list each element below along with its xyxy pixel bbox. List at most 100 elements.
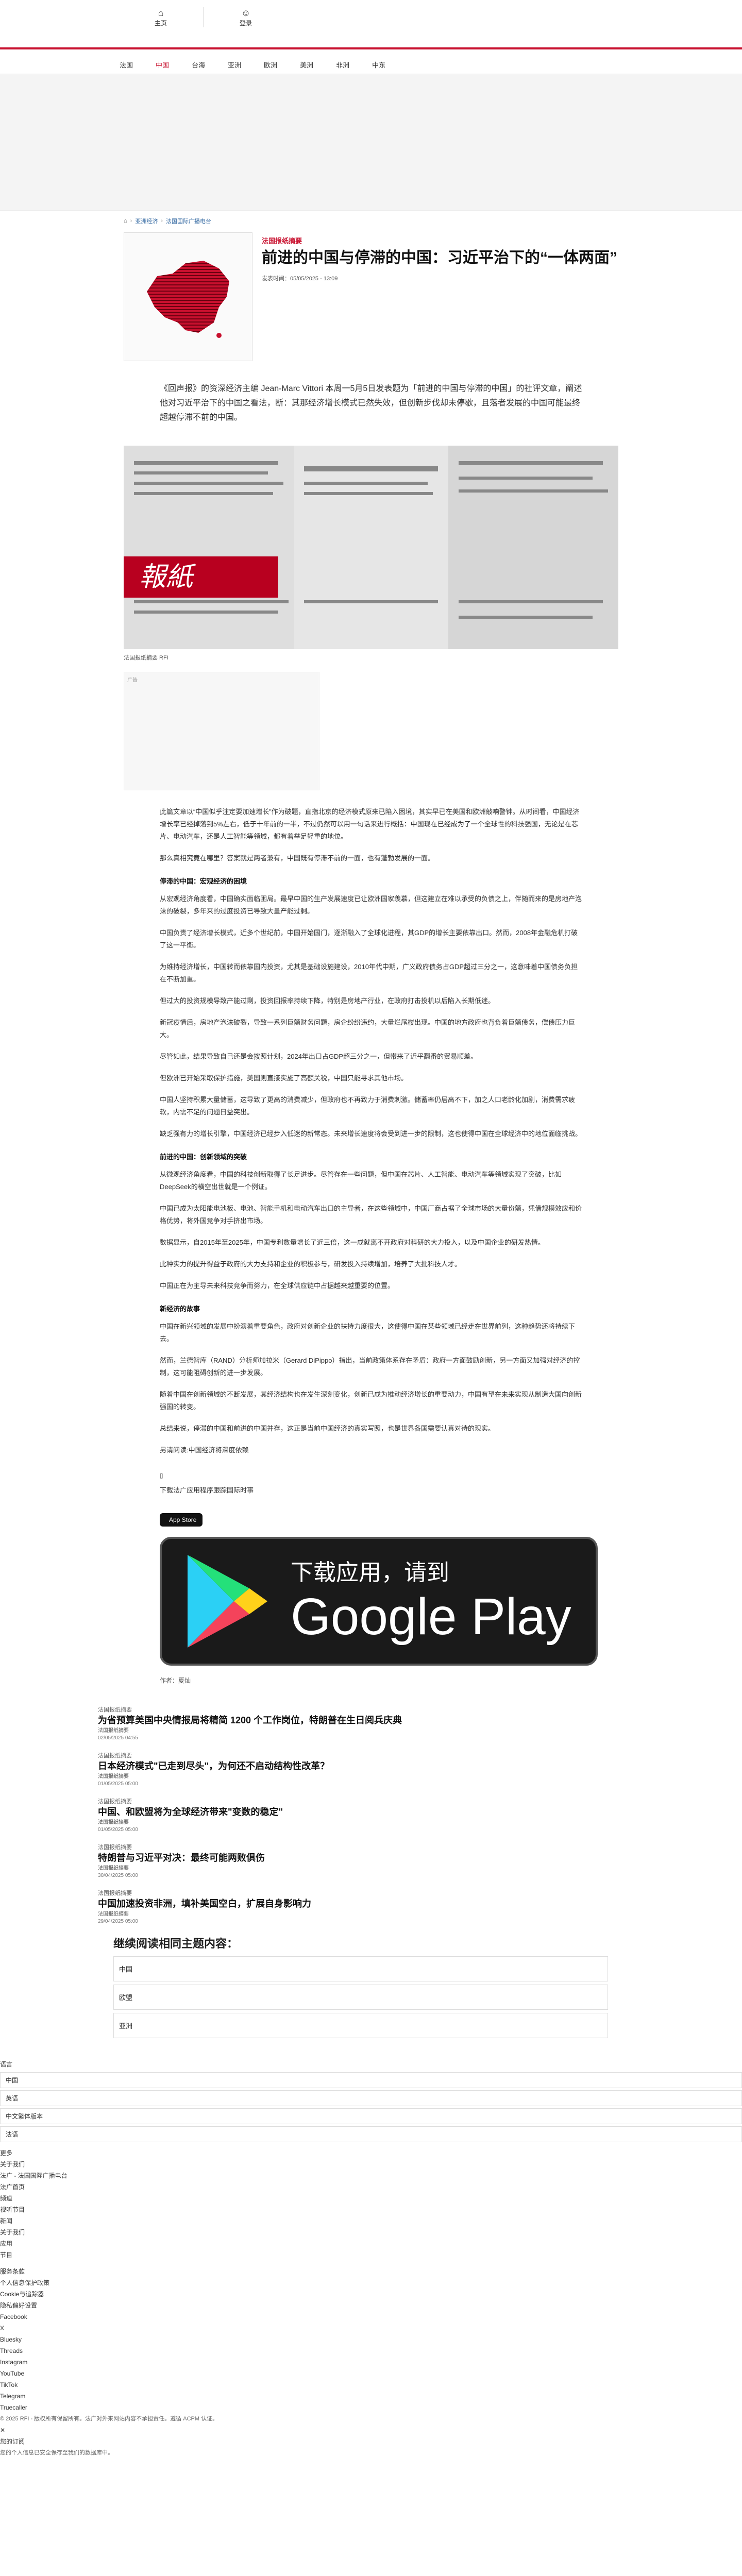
article-paragraph: 但过大的投资规模导致产能过剩，投资回报率持续下降，特别是房地产行业，在政府打击投… [160,997,495,1005]
footer-link[interactable]: 应用 [0,2238,742,2249]
ad-banner [0,74,742,211]
legal-link[interactable]: 服务条款 [0,2266,742,2277]
user-icon: ☺ [241,8,251,18]
article-header: 法国报纸摘要 前进的中国与停滞的中国：习近平治下的“一体两面” 发表时间：05/… [124,229,618,382]
related-tag: 法国报纸摘要 [98,1844,132,1851]
legal-link[interactable]: 个人信息保护政策 [0,2277,742,2289]
related-summary: 法国报纸摘要 [98,1728,129,1734]
social-threads[interactable]: Threads [0,2345,742,2357]
read-more-topic[interactable]: 中国 [113,1956,608,1981]
social-facebook[interactable]: Facebook [0,2311,742,2323]
inline-ad: 广告 [124,672,319,790]
footer-link[interactable]: 视听节目 [0,2204,742,2215]
footer-link[interactable]: 频道 [0,2193,742,2204]
related-item[interactable]: 法国报纸摘要 为省预算美国中央情报局将精简 1200 个工作岗位，特朗普在生日阅… [98,1705,665,1741]
related-tag: 法国报纸摘要 [98,1707,132,1713]
top-header: ⌂ 主页 ☺ 登录 [0,0,742,57]
article-container: 法国报纸摘要 前进的中国与停滞的中国：习近平治下的“一体两面” 发表时间：05/… [124,229,618,1685]
main-nav: 法国 中国 台海 亚洲 欧洲 美洲 非洲 中东 [0,57,742,74]
also-read-link[interactable]: 另请阅读:中国经济将深度依赖 [160,1444,582,1456]
china-map-image [147,261,229,338]
nav-item-france[interactable]: 法国 [108,57,144,74]
social-bluesky[interactable]: Bluesky [0,2334,742,2345]
nav-item-middle-east[interactable]: 中东 [361,57,397,74]
article-paragraph: 尽管如此，结果导致自己还是会按照计划，2024年出口占GDP超三分之一，但带来了… [160,1053,478,1060]
section-heading: 新经济的故事 [160,1305,200,1313]
footer-link[interactable]: 法广首页 [0,2181,742,2193]
nav-item-americas[interactable]: 美洲 [289,57,325,74]
article-paragraph: 从宏观经济角度看，中国确实面临困局。最早中国的生产发展速度已让欧洲国家羡慕，但这… [160,895,582,915]
social-youtube[interactable]: YouTube [0,2368,742,2379]
legal-link[interactable]: Cookie与追踪器 [0,2289,742,2300]
language-option[interactable]: 英语 [0,2090,742,2106]
social-tiktok[interactable]: TikTok [0,2379,742,2391]
footer-link[interactable]: 法广 - 法国国际广播电台 [0,2170,742,2181]
related-title[interactable]: 中国加速投资非洲，填补美国空白，扩展自身影响力 [98,1897,665,1910]
article-lead: 《回声报》的资深经济主编 Jean-Marc Vittori 本周一5月5日发表… [160,384,582,422]
close-icon[interactable]: ✕ [0,2425,742,2436]
language-option[interactable]: 中国 [0,2072,742,2088]
related-summary: 法国报纸摘要 [98,1866,129,1871]
breadcrumb-separator: › [130,218,132,224]
article-paragraph: 此种实力的提升得益于政府的大力支持和企业的积极参与，研发投入持续增加，培养了大批… [160,1260,462,1268]
related-item[interactable]: 法国报纸摘要 日本经济模式"已走到尽头"，为何还不启动结构性改革？ 法国报纸摘要… [98,1751,665,1787]
breadcrumb-current[interactable]: 法国国际广播电台 [166,217,211,225]
related-item[interactable]: 法国报纸摘要 特朗普与习近平对决：最终可能两败俱伤 法国报纸摘要 30/04/2… [98,1843,665,1878]
read-more-topic[interactable]: 欧盟 [113,1985,608,2010]
footer-link[interactable]: 关于我们 [0,2227,742,2238]
article-paragraph: 为维持经济增长，中国转而依靠国内投资，尤其是基础设施建设，2010年代中期，广义… [160,963,578,983]
nav-item-china[interactable]: 中国 [144,57,180,74]
home-icon[interactable]: ⌂ [124,218,127,224]
nav-item-africa[interactable]: 非洲 [325,57,361,74]
related-tag: 法国报纸摘要 [98,1753,132,1759]
related-tag: 法国报纸摘要 [98,1799,132,1805]
nav-item-asia[interactable]: 亚洲 [216,57,252,74]
social-instagram[interactable]: Instagram [0,2357,742,2368]
article-paragraph: 新冠疫情后，房地产泡沫破裂，导致一系列巨额财务问题，房企纷纷违约，大量烂尾楼出现… [160,1019,576,1039]
brand-divider [0,47,742,49]
related-date: 02/05/2025 04:55 [98,1735,138,1741]
section-heading: 前进的中国：创新领域的突破 [160,1153,247,1161]
legal-link[interactable]: 隐私偏好设置 [0,2300,742,2311]
related-summary: 法国报纸摘要 [98,1774,129,1780]
footer-link[interactable]: 新闻 [0,2215,742,2227]
svg-text:報紙: 報紙 [139,562,196,592]
subscribe-label: 您的订阅 [0,2438,25,2445]
related-item[interactable]: 法国报纸摘要 中国加速投资非洲，填补美国空白，扩展自身影响力 法国报纸摘要 29… [98,1889,665,1924]
related-title[interactable]: 特朗普与习近平对决：最终可能两败俱伤 [98,1851,665,1865]
article-paragraph: 总结来说，停滞的中国和前进的中国并存，这正是当前中国经济的真实写照，也是世界各国… [160,1425,495,1432]
language-option[interactable]: 法语 [0,2126,742,2142]
breadcrumb: ⌂ › 亚洲经济 › 法国国际广播电台 [124,211,618,229]
social-telegram[interactable]: Telegram [0,2391,742,2402]
language-option[interactable]: 中文繁体版本 [0,2108,742,2124]
google-play-line2: Google Play [291,1588,571,1646]
footer-link[interactable]: 节目 [0,2249,742,2261]
nav-item-taiwan[interactable]: 台海 [180,57,216,74]
home-icon: ⌂ [158,8,164,18]
related-title[interactable]: 为省预算美国中央情报局将精简 1200 个工作岗位，特朗普在生日阅兵庆典 [98,1714,665,1727]
app-promo-row: ▯ [160,1472,582,1479]
google-play-text: 下载应用，请到 Google Play [291,1557,571,1645]
related-date: 30/04/2025 05:00 [98,1873,138,1878]
newspapers-photo: 報紙 [124,446,618,649]
nav-item-europe[interactable]: 欧洲 [252,57,289,74]
article-title: 前进的中国与停滞的中国：习近平治下的“一体两面” [262,249,617,266]
home-label: 主页 [155,20,167,27]
google-play-banner[interactable]: 下载应用，请到 Google Play [160,1537,598,1666]
related-item[interactable]: 法国报纸摘要 中国、和欧盟将为全球经济带来"变数的稳定" 法国报纸摘要 01/0… [98,1797,665,1833]
breadcrumb-category[interactable]: 亚洲经济 [135,217,158,225]
app-store-button[interactable]: App Store [160,1513,203,1527]
google-play-icon [188,1555,267,1648]
home-link[interactable]: ⌂ 主页 [155,7,167,27]
social-x[interactable]: X [0,2323,742,2334]
about-link[interactable]: 关于我们 [0,2159,742,2170]
social-truecaller[interactable]: Truecaller [0,2402,742,2413]
language-label: 语言 [0,2061,13,2068]
related-title[interactable]: 日本经济模式"已走到尽头"，为何还不启动结构性改革？ [98,1759,665,1773]
read-more-topic[interactable]: 亚洲 [113,2013,608,2038]
article-kicker[interactable]: 法国报纸摘要 [262,235,618,245]
related-title[interactable]: 中国、和欧盟将为全球经济带来"变数的稳定" [98,1805,665,1819]
login-link[interactable]: ☺ 登录 [203,7,252,27]
article-paragraph: 然而，兰德智库（RAND）分析师加拉米（Gerard DiPippo）指出，当前… [160,1357,580,1377]
more-label[interactable]: 更多 [0,2147,742,2159]
